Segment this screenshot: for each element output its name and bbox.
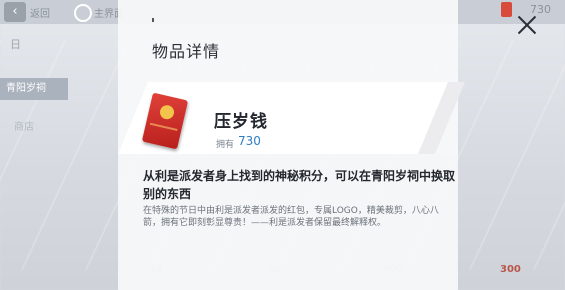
background-side-label-2: 商店	[14, 122, 34, 133]
background-price: 300	[500, 264, 521, 275]
close-icon[interactable]	[516, 14, 538, 36]
owned-label: 拥有	[216, 140, 235, 150]
item-name: 压岁钱	[214, 112, 268, 132]
page-title: 物品详情	[152, 42, 221, 61]
item-flavor-text: 在特殊的节日中由利是派发者派发的红包，专属LOGO，精美裁剪，八心八箭，拥有它即…	[143, 206, 439, 228]
currency-icon	[501, 2, 512, 17]
item-description: 从利是派发者身上找到的神秘积分，可以在青阳岁祠中换取别的东西	[143, 169, 456, 201]
back-icon: ‹	[4, 2, 26, 22]
background-active-tab: 青阳岁祠	[0, 78, 68, 100]
back-label: 返回	[30, 9, 50, 20]
panel-marker	[152, 18, 154, 22]
background-side-label: 日	[10, 38, 21, 51]
owned-value: 730	[238, 134, 261, 148]
home-icon	[74, 4, 92, 22]
